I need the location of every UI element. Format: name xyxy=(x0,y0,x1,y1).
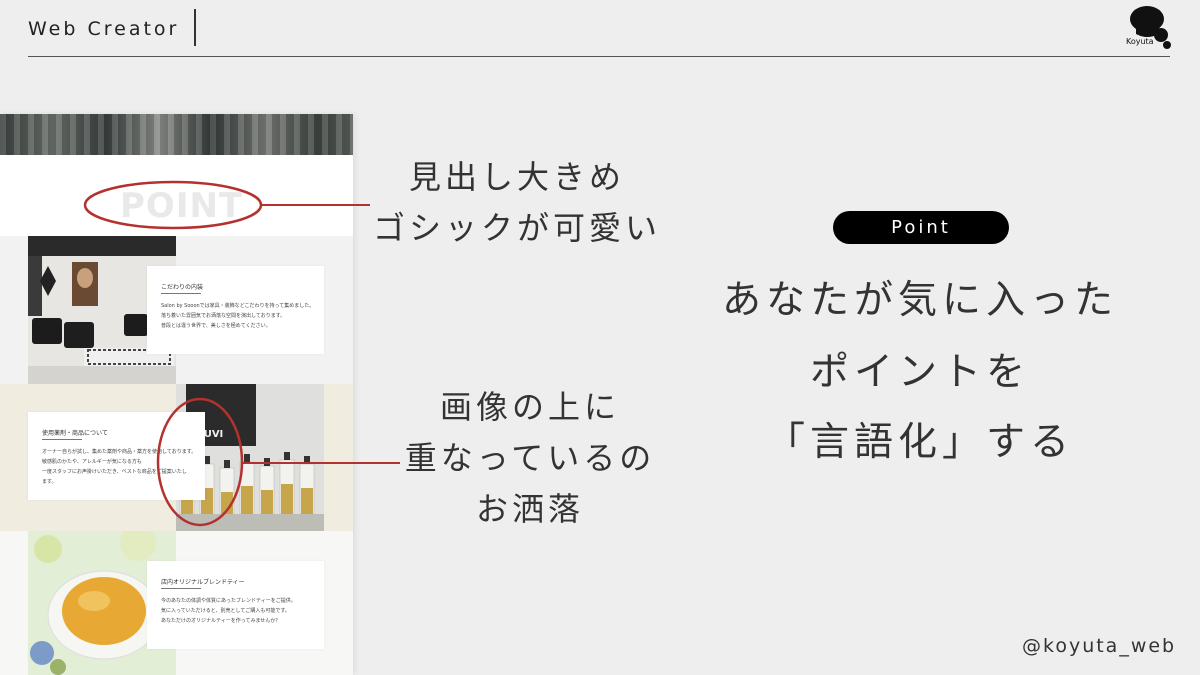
social-handle: @koyuta_web xyxy=(1022,635,1177,657)
card-text: 普段とは違う世界で、美しさを極めてください。 xyxy=(161,323,271,329)
card-text: 敏感肌のかたや、アレルギーが気になる方も xyxy=(42,459,142,465)
card-text: 一度スタッフにお声掛けいただき、ベストな商品をご提案いたし xyxy=(42,469,187,475)
card-title: 使用薬剤・商品について xyxy=(42,430,108,437)
card-text: オーナー自らが試し、集めた薬剤や商品・薬方を使用しております。 xyxy=(42,449,197,455)
annotation-line: 重なっているの xyxy=(404,439,656,477)
card-rule xyxy=(161,588,201,589)
annotation-line: 見出し大きめ xyxy=(408,158,625,196)
point-heading: POINT xyxy=(120,186,244,226)
brand-title: Web Creator xyxy=(28,18,180,40)
message-line: あなたが気に入った xyxy=(721,278,1118,323)
logo-text: Koyuta xyxy=(1126,37,1154,46)
card-text: 気に入っていただけると、別売としてご購入も可能です。 xyxy=(161,608,290,614)
website-mockup: POINT こだわりの内装 Salon by Sooonでは家具・装飾などこだわ… xyxy=(0,114,353,675)
annotation-line: 画像の上に xyxy=(439,388,620,426)
card-text: あなただけのオリジナルティーを作ってみませんか？ xyxy=(161,618,281,624)
heading-annotation: 見出し大きめ ゴシックが可愛い xyxy=(372,152,662,254)
overlap-annotation: 画像の上に 重なっているの お洒落 xyxy=(400,382,660,535)
message-line: 「言語化」する xyxy=(765,420,1074,465)
point-badge: Point xyxy=(833,211,1009,244)
card-text: 今のあなたの体調や体質にあったブレンドティーをご提供。 xyxy=(161,598,296,604)
card-rule xyxy=(42,439,82,440)
products-card: 使用薬剤・商品について オーナー自らが試し、集めた薬剤や商品・薬方を使用しており… xyxy=(28,412,205,500)
message-line: ポイントを xyxy=(809,350,1030,395)
card-text: Salon by Sooonでは家具・装飾などこだわりを持って集めました。 xyxy=(161,303,315,309)
interior-card: こだわりの内装 Salon by Sooonでは家具・装飾などこだわりを持って集… xyxy=(147,266,324,354)
koyuta-avatar-icon xyxy=(1130,6,1171,49)
tea-card: 店内オリジナルブレンドティー 今のあなたの体調や体質にあったブレンドティーをご提… xyxy=(147,561,324,649)
card-text: 落ち着いた雰囲気でお洒落な空間を演出しております。 xyxy=(161,313,286,319)
annotation-line: ゴシックが可愛い xyxy=(372,209,661,247)
card-title: こだわりの内装 xyxy=(161,284,204,291)
card-title: 店内オリジナルブレンドティー xyxy=(161,579,245,586)
overlap-connector-line xyxy=(242,462,400,464)
card-text: ます。 xyxy=(42,479,57,485)
heading-connector-line xyxy=(262,204,370,206)
card-rule xyxy=(161,293,201,294)
header-separator xyxy=(194,9,196,46)
hero-image xyxy=(0,114,353,155)
annotation-line: お洒落 xyxy=(475,490,584,528)
header-divider xyxy=(28,56,1170,57)
